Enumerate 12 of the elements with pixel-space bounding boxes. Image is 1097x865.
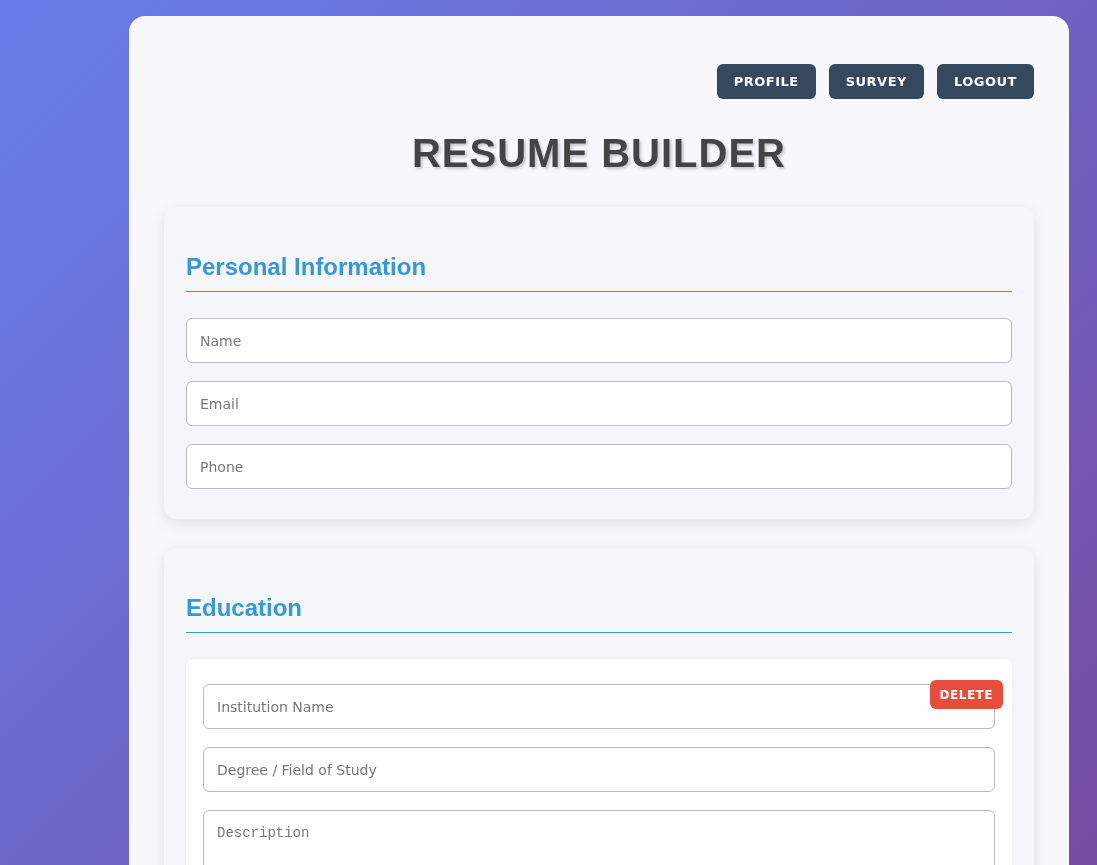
nav-button[interactable]: SURVEY bbox=[828, 64, 924, 99]
input-field[interactable]: Phone bbox=[186, 444, 1012, 489]
input-field[interactable]: Name bbox=[186, 318, 1012, 363]
nav-button[interactable]: PROFILE bbox=[716, 64, 816, 99]
section-heading: Personal Information bbox=[186, 249, 1012, 292]
input-field[interactable]: Degree / Field of Study bbox=[203, 747, 995, 792]
input-field[interactable]: Email bbox=[186, 381, 1012, 426]
text-area[interactable]: Description bbox=[203, 810, 995, 865]
delete-button[interactable]: DELETE bbox=[929, 680, 1003, 709]
section-heading: Education bbox=[186, 590, 1012, 633]
page-title: RESUME BUILDER bbox=[411, 130, 787, 177]
nav-button[interactable]: LOGOUT bbox=[936, 64, 1034, 99]
